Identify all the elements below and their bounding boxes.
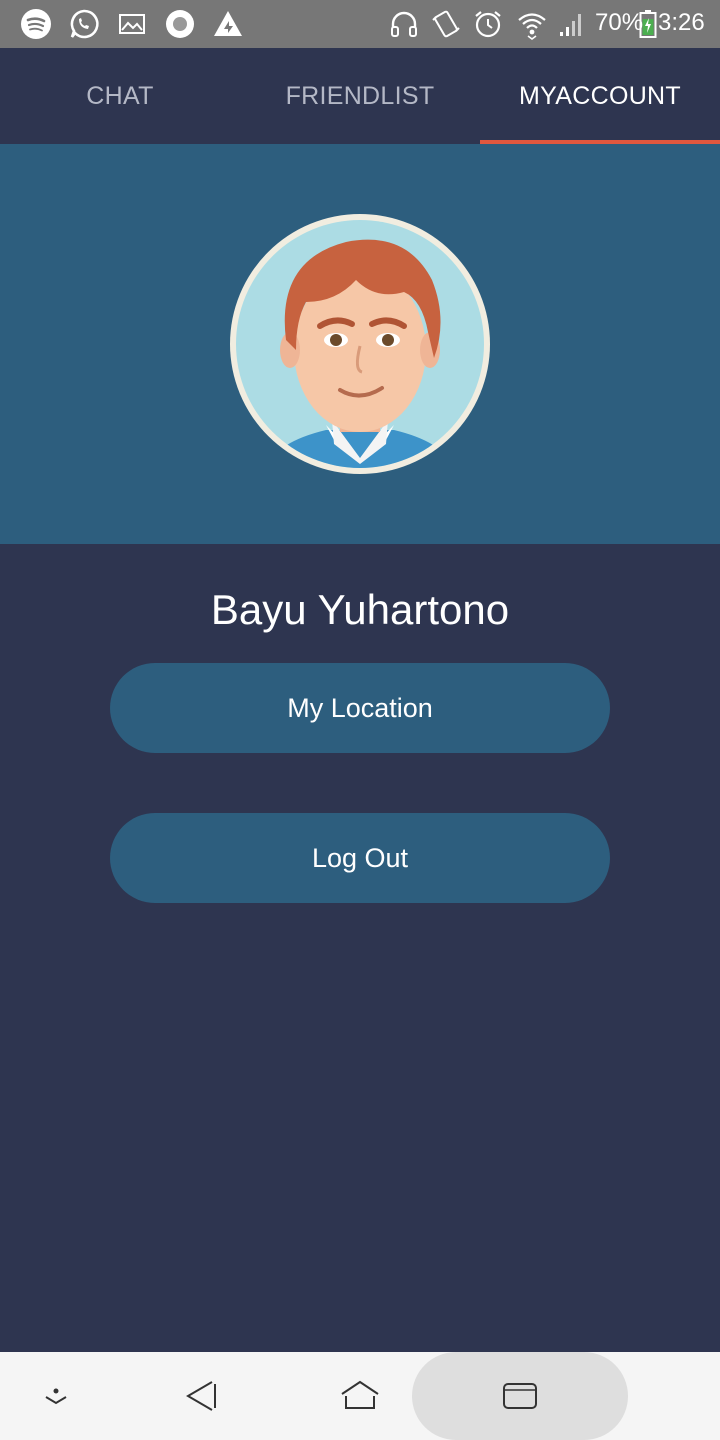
clock: 3:26: [658, 9, 705, 36]
vibrate-icon: [430, 8, 462, 40]
back-icon[interactable]: [172, 1366, 232, 1426]
battery-percent: 70%: [595, 9, 644, 36]
signal-icon: [556, 8, 588, 40]
tab-bar: CHAT FRIENDLIST MYACCOUNT: [0, 48, 720, 144]
avatar[interactable]: [230, 214, 490, 474]
record-icon: [164, 8, 196, 40]
my-location-button[interactable]: My Location: [110, 663, 610, 753]
airdroid-icon: [212, 8, 244, 40]
whatsapp-icon: [68, 8, 100, 40]
headphones-icon: [388, 8, 420, 40]
battery-icon: [638, 8, 658, 40]
navigation-bar: [0, 1352, 720, 1440]
recents-icon[interactable]: [490, 1366, 550, 1426]
gallery-icon: [116, 8, 148, 40]
hide-nav-icon[interactable]: [26, 1366, 86, 1426]
user-name: Bayu Yuhartono: [210, 586, 510, 633]
tab-myaccount[interactable]: MYACCOUNT: [480, 48, 720, 144]
tab-friendlist[interactable]: FRIENDLIST: [240, 48, 480, 144]
alarm-icon: [472, 8, 504, 40]
status-bar: 70% 3:26: [0, 0, 720, 48]
tab-chat[interactable]: CHAT: [0, 48, 240, 144]
log-out-button[interactable]: Log Out: [110, 813, 610, 903]
wifi-icon: [516, 8, 548, 40]
avatar-image: [236, 220, 484, 468]
home-icon[interactable]: [330, 1366, 390, 1426]
spotify-icon: [20, 8, 52, 40]
